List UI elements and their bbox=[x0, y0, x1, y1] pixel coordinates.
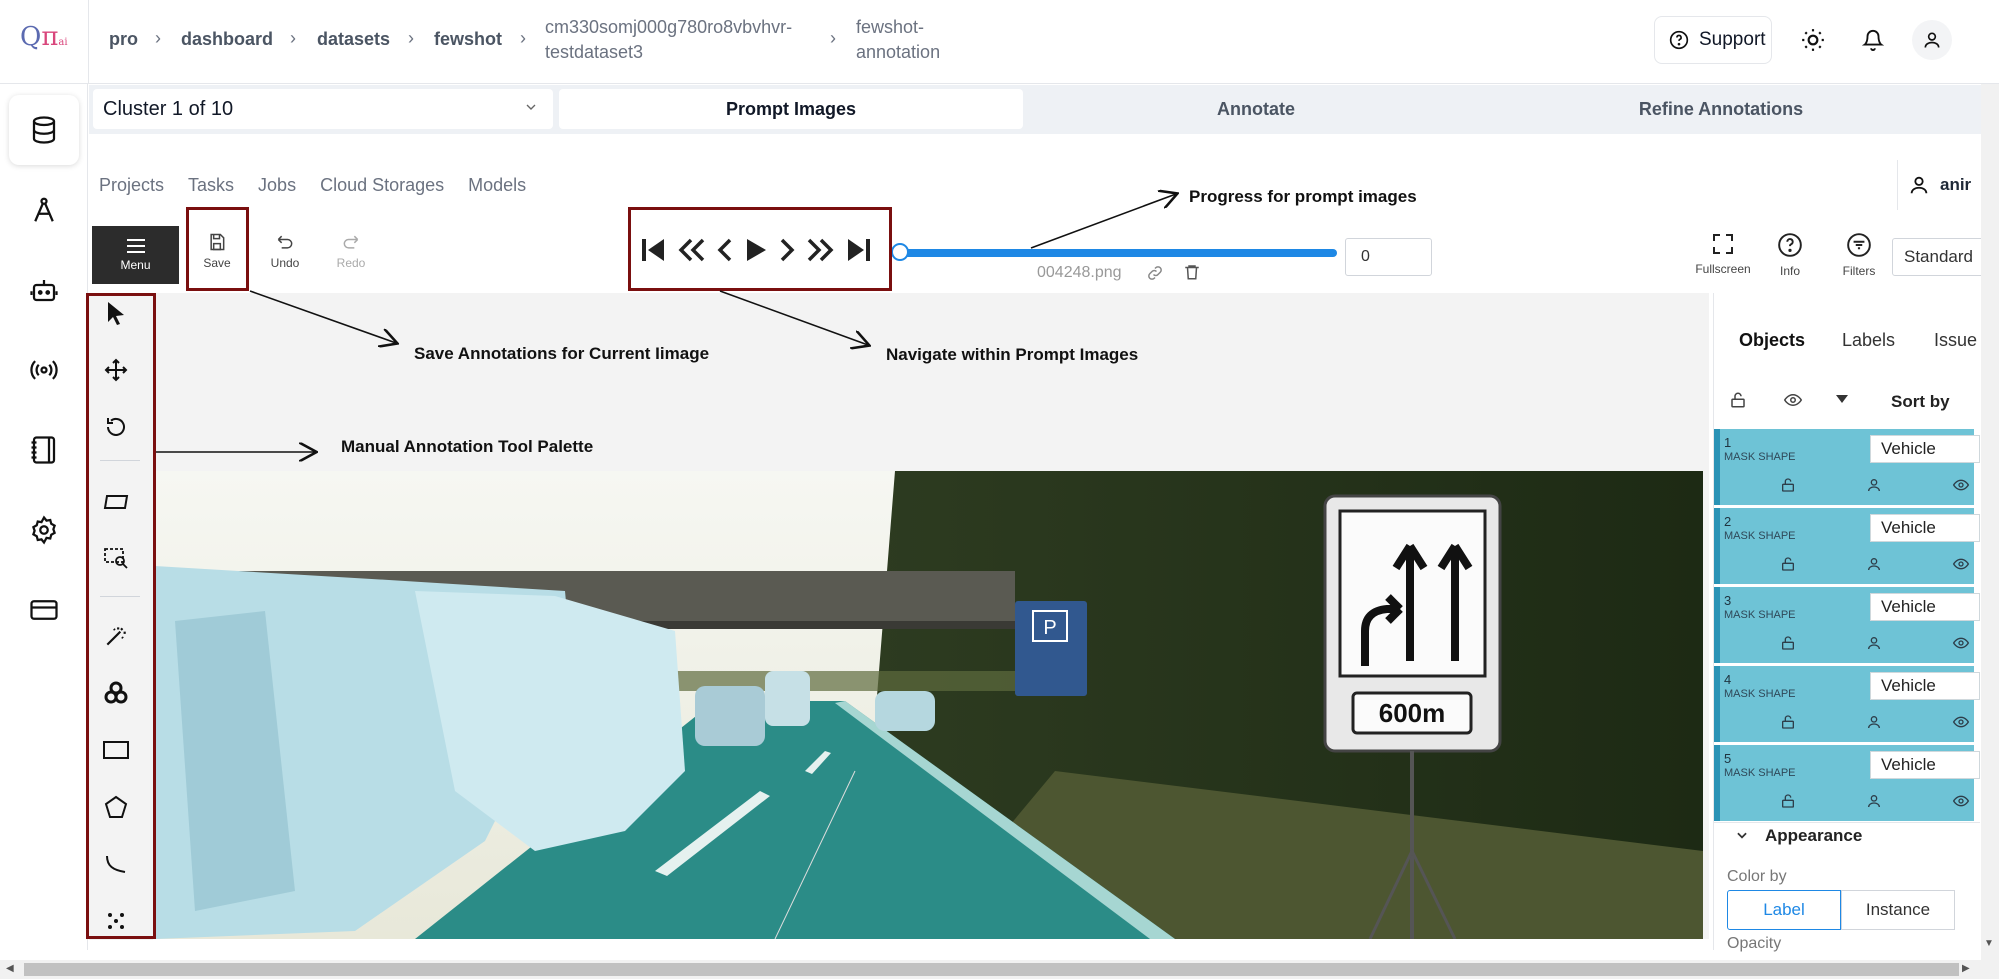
eye-icon[interactable] bbox=[1952, 556, 1970, 572]
tab-labels[interactable]: Labels bbox=[1842, 330, 1895, 351]
lock-icon[interactable] bbox=[1780, 793, 1796, 809]
palette-annotation: Manual Annotation Tool Palette bbox=[341, 437, 594, 456]
annotation-arrows bbox=[156, 0, 1999, 979]
scroll-down-arrow-icon[interactable]: ▼ bbox=[1984, 938, 1994, 949]
user-icon[interactable] bbox=[1866, 635, 1882, 651]
eye-icon[interactable] bbox=[1952, 793, 1970, 809]
scroll-right-arrow-icon[interactable]: ▶ bbox=[1962, 963, 1970, 974]
unlock-all-icon[interactable] bbox=[1729, 391, 1747, 409]
horizontal-scroll-thumb[interactable] bbox=[24, 963, 1959, 976]
object-label-select[interactable]: Vehicle bbox=[1870, 751, 1980, 779]
object-row[interactable]: 5 MASK SHAPE Vehicle bbox=[1714, 745, 1980, 821]
chevron-down-icon[interactable] bbox=[1735, 828, 1749, 842]
sort-by-label: Sort by bbox=[1891, 392, 1950, 411]
divider bbox=[1714, 822, 1980, 823]
object-label-select[interactable]: Vehicle bbox=[1870, 672, 1980, 700]
color-by-label: Color by bbox=[1727, 868, 1787, 885]
eye-icon[interactable] bbox=[1952, 477, 1970, 493]
object-row[interactable]: 2 MASK SHAPE Vehicle bbox=[1714, 508, 1980, 584]
collapse-all-icon[interactable] bbox=[1835, 393, 1849, 405]
tab-objects[interactable]: Objects bbox=[1739, 330, 1805, 351]
user-icon[interactable] bbox=[1866, 477, 1882, 493]
color-by-instance-option[interactable]: Instance bbox=[1841, 890, 1955, 930]
opacity-label: Opacity bbox=[1727, 935, 1782, 952]
appearance-header[interactable]: Appearance bbox=[1765, 826, 1862, 846]
eye-icon[interactable] bbox=[1952, 714, 1970, 730]
lock-icon[interactable] bbox=[1780, 714, 1796, 730]
tab-issues[interactable]: Issue bbox=[1934, 330, 1977, 351]
scroll-left-arrow-icon[interactable]: ◀ bbox=[6, 963, 14, 974]
navigate-annotation: Navigate within Prompt Images bbox=[886, 345, 1139, 364]
user-icon[interactable] bbox=[1866, 556, 1882, 572]
save-annotation: Save Annotations for Current Iimage bbox=[414, 344, 710, 363]
lock-icon[interactable] bbox=[1780, 477, 1796, 493]
lock-icon[interactable] bbox=[1780, 556, 1796, 572]
object-row[interactable]: 1 MASK SHAPE Vehicle bbox=[1714, 429, 1980, 505]
object-label-select[interactable]: Vehicle bbox=[1870, 435, 1980, 463]
object-label-select[interactable]: Vehicle bbox=[1870, 593, 1980, 621]
object-row[interactable]: 3 MASK SHAPE Vehicle bbox=[1714, 587, 1980, 663]
eye-all-icon[interactable] bbox=[1783, 391, 1803, 409]
color-by-label-option[interactable]: Label bbox=[1727, 890, 1841, 930]
user-icon[interactable] bbox=[1866, 714, 1882, 730]
user-icon[interactable] bbox=[1866, 793, 1882, 809]
eye-icon[interactable] bbox=[1952, 635, 1970, 651]
object-row[interactable]: 4 MASK SHAPE Vehicle bbox=[1714, 666, 1980, 742]
object-label-select[interactable]: Vehicle bbox=[1870, 514, 1980, 542]
lock-icon[interactable] bbox=[1780, 635, 1796, 651]
progress-annotation: Progress for prompt images bbox=[1189, 187, 1417, 206]
vertical-scrollbar[interactable] bbox=[1981, 84, 1999, 960]
